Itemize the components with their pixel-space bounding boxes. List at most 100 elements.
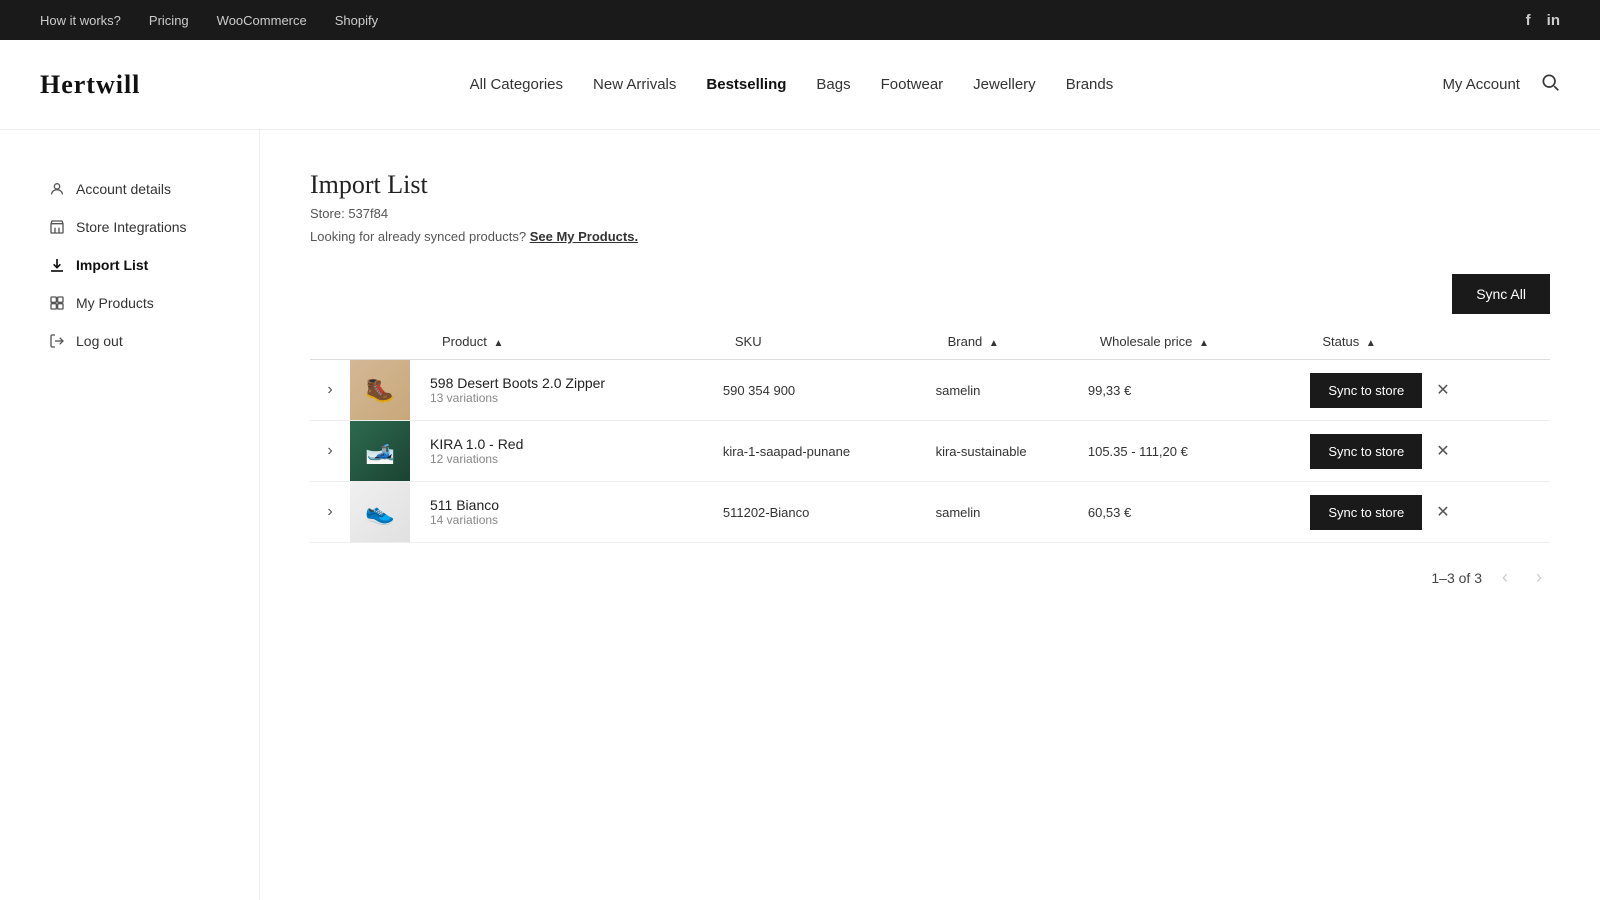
nav-new-arrivals[interactable]: New Arrivals [593, 76, 676, 93]
col-status-header[interactable]: Status ▲ [1310, 324, 1550, 360]
product-info-col: 511 Bianco 14 variations [430, 482, 723, 543]
download-icon [48, 256, 66, 274]
product-info-col: KIRA 1.0 - Red 12 variations [430, 421, 723, 482]
product-image-ski: 🎿 [350, 421, 410, 481]
sidebar-item-account-details-label: Account details [76, 181, 171, 197]
product-variations: 12 variations [430, 452, 723, 466]
product-image-boots: 🥾 [350, 360, 410, 420]
expand-row-button[interactable]: › [319, 422, 340, 480]
col-brand-header[interactable]: Brand ▲ [936, 324, 1088, 360]
product-sku: 511202-Bianco [723, 482, 936, 543]
product-image-col: 🥾 [350, 360, 430, 421]
col-price-header[interactable]: Wholesale price ▲ [1088, 324, 1310, 360]
sidebar: Account details Store Integrations [0, 130, 260, 900]
product-image-col: 🎿 [350, 421, 430, 482]
table-row: › 🎿 KIRA 1.0 - Red 12 variations kira-1-… [310, 421, 1550, 482]
sidebar-item-my-products[interactable]: My Products [40, 284, 239, 322]
sidebar-item-log-out-label: Log out [76, 333, 123, 349]
pagination-label: 1–3 of 3 [1431, 570, 1482, 586]
store-icon [48, 218, 66, 236]
product-variations: 14 variations [430, 513, 723, 527]
remove-product-button[interactable]: ✕ [1432, 376, 1453, 404]
product-image-col: 👟 [350, 482, 430, 543]
main-nav: All Categories New Arrivals Bestselling … [470, 76, 1114, 93]
expand-col: › [310, 360, 350, 421]
product-info-col: 598 Desert Boots 2.0 Zipper 13 variation… [430, 360, 723, 421]
status-actions: Sync to store ✕ [1310, 373, 1550, 408]
layout: Account details Store Integrations [0, 130, 1600, 900]
logo: Hertwill [40, 70, 140, 100]
product-variations: 13 variations [430, 391, 723, 405]
logout-icon [48, 332, 66, 350]
remove-product-button[interactable]: ✕ [1432, 498, 1453, 526]
search-button[interactable] [1540, 72, 1560, 98]
store-info: Store: 537f84 [310, 206, 1550, 221]
pagination-prev-button[interactable]: ‹ [1494, 563, 1516, 592]
status-actions: Sync to store ✕ [1310, 495, 1550, 530]
sync-to-store-button[interactable]: Sync to store [1310, 434, 1422, 469]
product-status-col: Sync to store ✕ [1310, 482, 1550, 543]
linkedin-icon[interactable]: in [1547, 12, 1560, 29]
my-account-link[interactable]: My Account [1442, 76, 1520, 93]
product-name: KIRA 1.0 - Red [430, 436, 723, 452]
product-status-col: Sync to store ✕ [1310, 421, 1550, 482]
topbar-link-shopify[interactable]: Shopify [335, 13, 378, 28]
sidebar-item-store-integrations-label: Store Integrations [76, 219, 187, 235]
person-icon [48, 180, 66, 198]
sidebar-item-store-integrations[interactable]: Store Integrations [40, 208, 239, 246]
product-price: 60,53 € [1088, 482, 1310, 543]
expand-row-button[interactable]: › [319, 361, 340, 419]
top-bar: How it works? Pricing WooCommerce Shopif… [0, 0, 1600, 40]
col-product-header[interactable]: Product ▲ [430, 324, 723, 360]
pagination-next-button[interactable]: › [1528, 563, 1550, 592]
price-sort-icon: ▲ [1199, 338, 1209, 349]
pagination: 1–3 of 3 ‹ › [310, 563, 1550, 592]
sidebar-item-my-products-label: My Products [76, 295, 154, 311]
sidebar-item-log-out[interactable]: Log out [40, 322, 239, 360]
sync-to-store-button[interactable]: Sync to store [1310, 495, 1422, 530]
product-brand: samelin [936, 360, 1088, 421]
sidebar-item-account-details[interactable]: Account details [40, 170, 239, 208]
product-status-col: Sync to store ✕ [1310, 360, 1550, 421]
nav-jewellery[interactable]: Jewellery [973, 76, 1036, 93]
top-bar-social: f in [1526, 12, 1560, 29]
product-table: Product ▲ SKU Brand ▲ Wholesale price ▲ [310, 324, 1550, 543]
product-brand: samelin [936, 482, 1088, 543]
product-name: 598 Desert Boots 2.0 Zipper [430, 375, 723, 391]
product-price: 99,33 € [1088, 360, 1310, 421]
remove-product-button[interactable]: ✕ [1432, 437, 1453, 465]
col-expand [310, 324, 350, 360]
nav-bags[interactable]: Bags [816, 76, 850, 93]
status-sort-icon: ▲ [1366, 338, 1376, 349]
status-actions: Sync to store ✕ [1310, 434, 1550, 469]
sync-to-store-button[interactable]: Sync to store [1310, 373, 1422, 408]
nav-all-categories[interactable]: All Categories [470, 76, 563, 93]
nav-brands[interactable]: Brands [1066, 76, 1114, 93]
top-bar-links: How it works? Pricing WooCommerce Shopif… [40, 13, 378, 28]
top-action-row: Sync All [310, 274, 1550, 314]
sync-all-button[interactable]: Sync All [1452, 274, 1550, 314]
grid-icon [48, 294, 66, 312]
expand-row-button[interactable]: › [319, 483, 340, 541]
expand-col: › [310, 482, 350, 543]
main-content: Import List Store: 537f84 Looking for al… [260, 130, 1600, 900]
page-title: Import List [310, 170, 1550, 200]
nav-footwear[interactable]: Footwear [881, 76, 944, 93]
table-row: › 🥾 598 Desert Boots 2.0 Zipper 13 varia… [310, 360, 1550, 421]
product-brand: kira-sustainable [936, 421, 1088, 482]
product-sku: 590 354 900 [723, 360, 936, 421]
product-name: 511 Bianco [430, 497, 723, 513]
sidebar-item-import-list[interactable]: Import List [40, 246, 239, 284]
product-sort-icon: ▲ [493, 338, 503, 349]
header-right: My Account [1442, 72, 1560, 98]
topbar-link-how-it-works[interactable]: How it works? [40, 13, 121, 28]
topbar-link-pricing[interactable]: Pricing [149, 13, 189, 28]
col-sku-header: SKU [723, 324, 936, 360]
topbar-link-woocommerce[interactable]: WooCommerce [217, 13, 307, 28]
nav-bestselling[interactable]: Bestselling [706, 76, 786, 93]
facebook-icon[interactable]: f [1526, 12, 1531, 29]
expand-col: › [310, 421, 350, 482]
see-my-products-link[interactable]: See My Products. [530, 229, 638, 244]
table-row: › 👟 511 Bianco 14 variations 511202-Bian… [310, 482, 1550, 543]
header: Hertwill All Categories New Arrivals Bes… [0, 40, 1600, 130]
